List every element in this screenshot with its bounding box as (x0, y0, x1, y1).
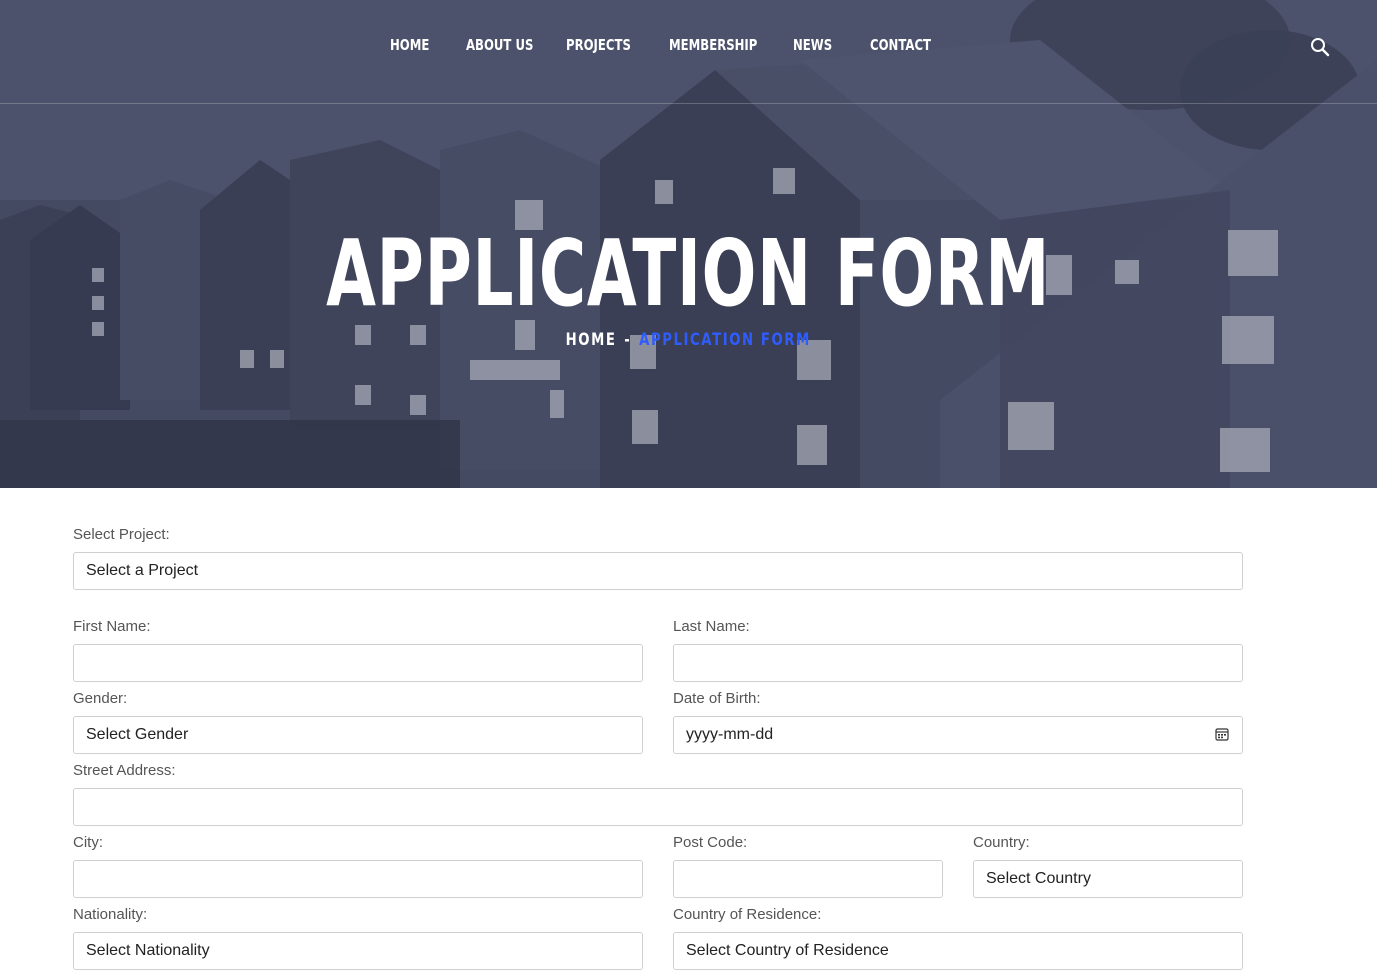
gender-select[interactable]: Select Gender (73, 716, 643, 754)
city-input[interactable] (73, 860, 643, 898)
dob-input[interactable]: yyyy-mm-dd (673, 716, 1243, 754)
nav-item-contact[interactable]: CONTACT (870, 36, 931, 54)
last-name-input[interactable] (673, 644, 1243, 682)
city-label: City: (73, 834, 103, 851)
main-navigation: HOME ABOUT US PROJECTS MEMBERSHIP NEWS C… (0, 0, 1377, 104)
nationality-label: Nationality: (73, 906, 148, 923)
last-name-label: Last Name: (673, 618, 750, 635)
street-address-input[interactable] (73, 788, 1243, 826)
project-label: Select Project: (73, 526, 170, 543)
nav-item-about-us[interactable]: ABOUT US (466, 36, 533, 54)
nav-item-projects[interactable]: PROJECTS (566, 36, 631, 54)
search-button[interactable] (1309, 36, 1331, 58)
post-code-label: Post Code: (673, 834, 748, 851)
street-address-label: Street Address: (73, 762, 176, 779)
page-title: APPLICATION FORM (326, 220, 1051, 327)
project-select[interactable]: Select a Project (73, 552, 1243, 590)
page-header-banner: HOME ABOUT US PROJECTS MEMBERSHIP NEWS C… (0, 0, 1377, 488)
nav-item-news[interactable]: NEWS (793, 36, 832, 54)
post-code-input[interactable] (673, 860, 943, 898)
breadcrumb-separator: - (624, 330, 632, 350)
nav-item-home[interactable]: HOME (390, 36, 429, 54)
breadcrumb-current: APPLICATION FORM (639, 330, 812, 350)
dob-field-wrapper: yyyy-mm-dd (673, 716, 1243, 754)
country-label: Country: (973, 834, 1030, 851)
calendar-icon[interactable] (1215, 727, 1229, 741)
search-icon (1311, 38, 1330, 57)
breadcrumb-home-link[interactable]: HOME (566, 330, 617, 350)
country-of-residence-label: Country of Residence: (673, 906, 822, 923)
first-name-input[interactable] (73, 644, 643, 682)
breadcrumb: HOME - APPLICATION FORM (0, 330, 1377, 350)
gender-label: Gender: (73, 690, 128, 707)
first-name-label: First Name: (73, 618, 151, 635)
country-select[interactable]: Select Country (973, 860, 1243, 898)
dob-label: Date of Birth: (673, 690, 761, 707)
nav-item-membership[interactable]: MEMBERSHIP (669, 36, 757, 54)
nationality-select[interactable]: Select Nationality (73, 932, 643, 970)
country-of-residence-select[interactable]: Select Country of Residence (673, 932, 1243, 970)
